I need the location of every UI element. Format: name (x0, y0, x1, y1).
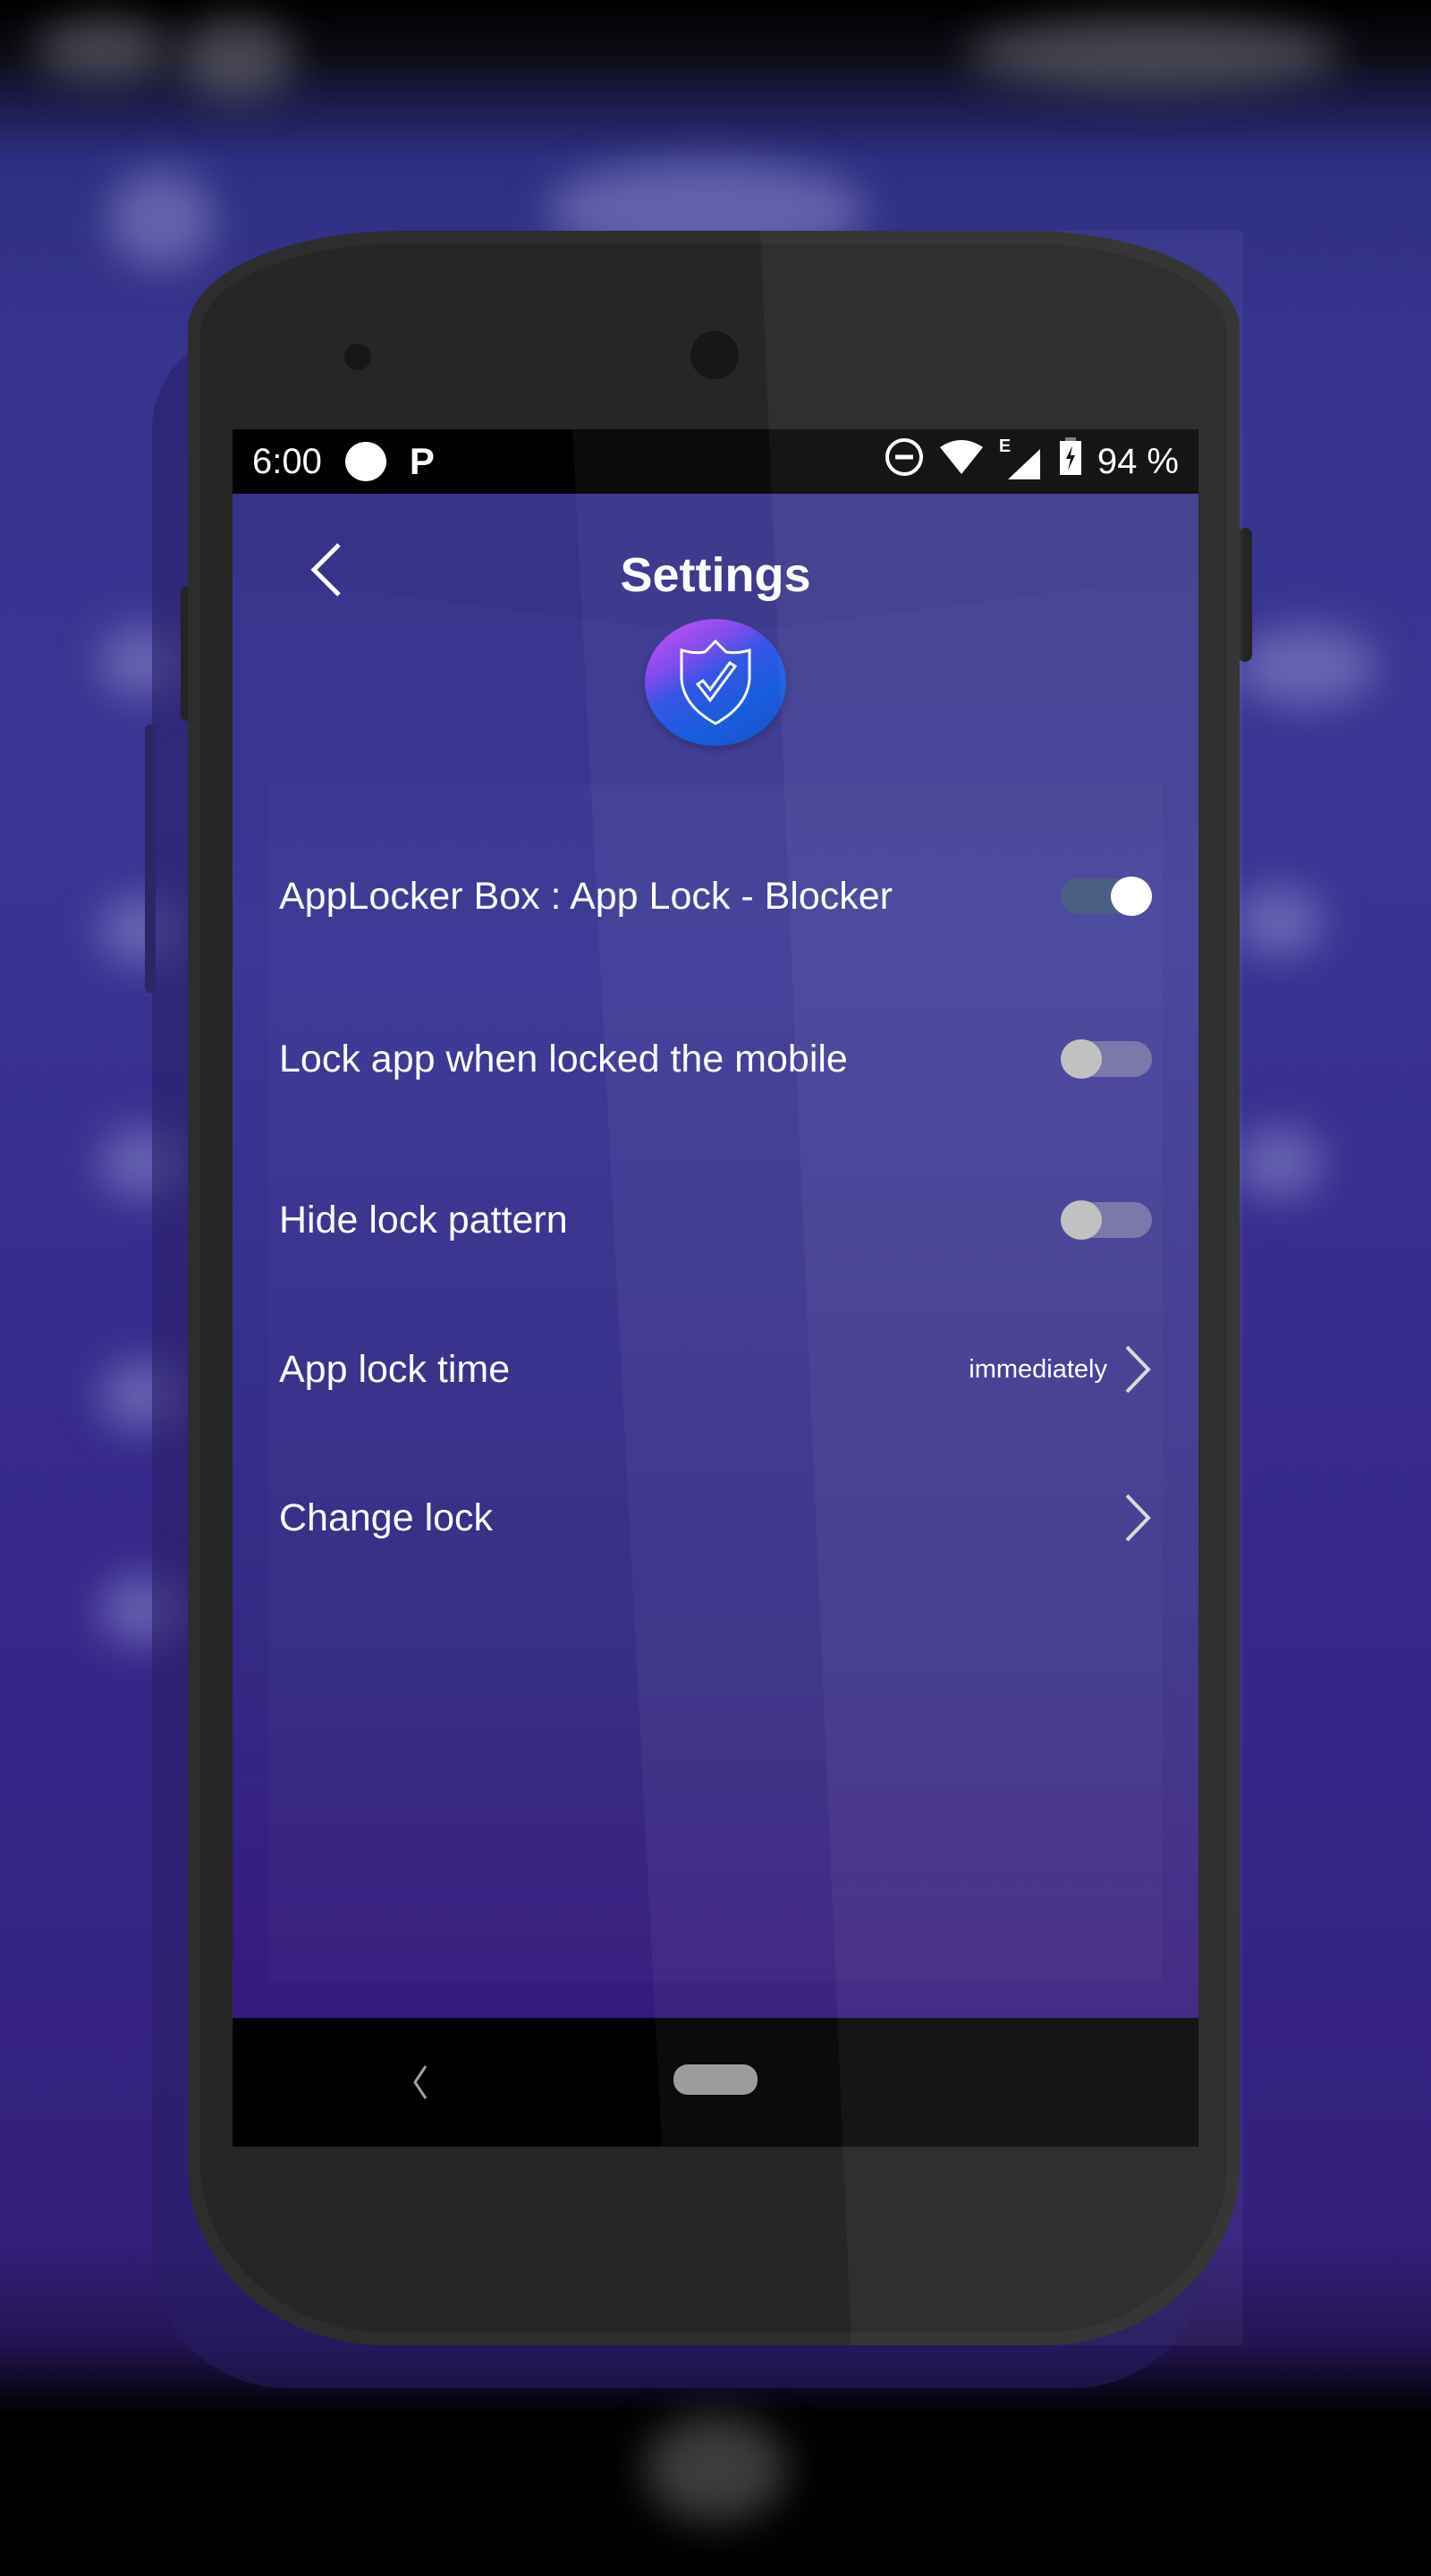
background-glow-right-2 (1234, 886, 1324, 957)
side-button-right (1238, 528, 1252, 662)
setting-row-lock-when-locked[interactable]: Lock app when locked the mobile (279, 1014, 1152, 1104)
toggle-knob (1061, 1200, 1102, 1240)
setting-row-change-lock[interactable]: Change lock (279, 1473, 1152, 1563)
chevron-right-icon (1123, 1345, 1152, 1394)
hide-pattern-toggle[interactable] (1061, 1200, 1152, 1240)
front-sensor (344, 343, 371, 370)
background-blur-top-left (36, 18, 170, 80)
mobile-signal-icon: E (999, 436, 1044, 481)
background-blur-top-center-left (179, 18, 295, 98)
status-bar: 6:00 P E 94 % (233, 429, 1198, 494)
setting-label: Lock app when locked the mobile (279, 1037, 848, 1080)
app-badge (645, 619, 786, 746)
front-camera (690, 331, 739, 379)
background-glow-right-1 (1234, 626, 1377, 707)
page-title: Settings (620, 548, 811, 602)
background-blur-bottom-center (644, 2415, 787, 2522)
navigation-bar (233, 2018, 1198, 2147)
battery-percent: 94 % (1097, 441, 1179, 481)
toggle-knob (1111, 877, 1152, 916)
background-glow-left (107, 170, 215, 268)
setting-label: AppLocker Box : App Lock - Blocker (279, 874, 893, 918)
setting-label: Change lock (279, 1496, 494, 1539)
shield-check-icon (680, 639, 751, 725)
settings-screen: Settings AppLocker Box : App Lock - Bloc… (233, 494, 1198, 2018)
setting-row-hide-pattern[interactable]: Hide lock pattern (279, 1175, 1152, 1265)
nav-home-pill-icon[interactable] (673, 2064, 758, 2095)
parking-p-icon: P (409, 440, 435, 482)
status-time: 6:00 (252, 441, 322, 481)
do-not-disturb-icon (885, 437, 924, 486)
toggle-knob (1061, 1039, 1102, 1079)
setting-row-app-lock-time[interactable]: App lock time immediately (279, 1325, 1152, 1414)
wifi-icon (938, 438, 985, 485)
battery-charging-icon (1058, 437, 1083, 486)
lock-when-locked-toggle[interactable] (1061, 1039, 1152, 1079)
notification-dot-icon (344, 442, 386, 481)
nav-back-icon (413, 2065, 428, 2099)
app-lock-time-value: immediately (969, 1354, 1107, 1384)
setting-row-applocker[interactable]: AppLocker Box : App Lock - Blocker (279, 852, 1152, 941)
side-button-left-1 (145, 724, 156, 993)
nav-back-button[interactable] (408, 2064, 433, 2100)
background-glow-right-3 (1234, 1127, 1324, 1199)
chevron-right-icon (1123, 1494, 1152, 1542)
phone-screen: 6:00 P E 94 % Settings AppLocker Box: A… (233, 429, 1198, 2147)
background-blur-top-right (966, 18, 1342, 89)
setting-label: App lock time (279, 1347, 511, 1391)
setting-label: Hide lock pattern (279, 1198, 568, 1241)
applocker-toggle[interactable] (1061, 877, 1152, 916)
